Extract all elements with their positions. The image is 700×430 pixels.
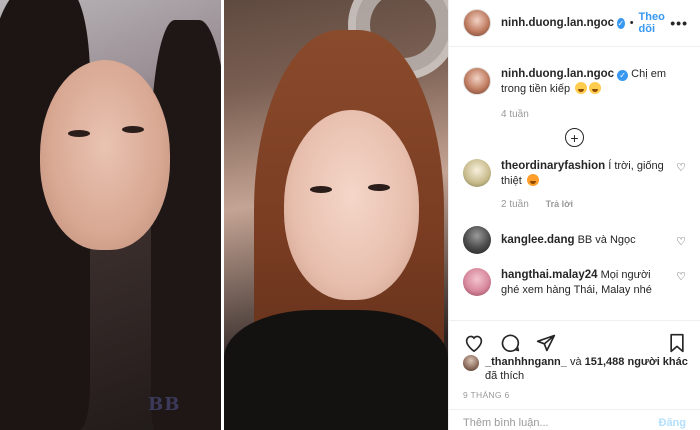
header-separator: • [629, 17, 634, 29]
caption-body: ninh.duong.lan.ngoc ✓ Chị em trong tiền k… [501, 67, 686, 122]
eye [122, 126, 144, 133]
avatar[interactable] [463, 9, 491, 37]
post-photo[interactable]: BB [0, 0, 448, 430]
likes-text: _thanhhngann_ và 151,488 người khác đã t… [485, 355, 688, 383]
face-right [284, 110, 419, 300]
likes-others[interactable]: người khác [627, 356, 687, 368]
heart-eyes-emoji-icon [526, 174, 539, 186]
comment-item: kanglee.dang BB và Ngọc ♡ [463, 226, 686, 254]
verified-badge-icon: ✓ [617, 70, 629, 81]
comment-meta: 2 tuần Trả lời [501, 197, 670, 212]
eye [68, 130, 90, 137]
face-left [40, 60, 170, 250]
instagram-post: BB ninh.duong.lan.ngoc ✓ • Theo dõi ••• [0, 0, 700, 430]
load-more-comments[interactable]: + [463, 128, 686, 147]
comment-item: hangthai.malay24 Mọi người ghé xem hàng … [463, 268, 686, 298]
comment-item: theordinaryfashion Í trời, giống thiệt 2… [463, 159, 686, 212]
more-options-icon[interactable]: ••• [670, 15, 688, 31]
comment-bubble-icon[interactable] [499, 332, 521, 354]
likes-summary: _thanhhngann_ và 151,488 người khác đã t… [463, 355, 688, 383]
comment-avatar[interactable] [463, 268, 491, 296]
caption: ninh.duong.lan.ngoc ✓ Chị em trong tiền k… [463, 67, 686, 122]
comments-list[interactable]: ninh.duong.lan.ngoc ✓ Chị em trong tiền k… [449, 48, 700, 320]
eye [310, 186, 332, 193]
post-date[interactable]: 9 THÁNG 6 [463, 390, 509, 400]
comment-username[interactable]: theordinaryfashion [501, 160, 605, 172]
liker-username[interactable]: _thanhhngann_ [485, 356, 567, 368]
likes-connector: và [569, 356, 582, 368]
share-paper-plane-icon[interactable] [535, 332, 557, 354]
reply-button[interactable]: Trả lời [546, 199, 573, 209]
plus-circle-icon[interactable]: + [565, 128, 584, 147]
hair-shape [151, 20, 221, 430]
comment-username[interactable]: hangthai.malay24 [501, 269, 598, 281]
like-comment-heart-icon[interactable]: ♡ [676, 161, 686, 174]
comment-body: kanglee.dang BB và Ngọc [501, 226, 686, 254]
post-header: ninh.duong.lan.ngoc ✓ • Theo dõi ••• [449, 0, 700, 47]
save-bookmark-icon[interactable] [666, 332, 688, 354]
like-heart-icon[interactable] [463, 332, 485, 354]
photo-left-portrait: BB [0, 0, 221, 430]
post-sidebar: ninh.duong.lan.ngoc ✓ • Theo dõi ••• nin… [448, 0, 700, 430]
tattoo-text: BB [148, 394, 181, 415]
liker-avatar[interactable] [463, 355, 479, 371]
caption-username[interactable]: ninh.duong.lan.ngoc [501, 68, 614, 80]
comment-body: theordinaryfashion Í trời, giống thiệt 2… [501, 159, 686, 212]
header-username[interactable]: ninh.duong.lan.ngoc [501, 17, 614, 29]
post-comment-button[interactable]: Đăng [659, 411, 687, 429]
eye [368, 184, 390, 191]
comment-body: hangthai.malay24 Mọi người ghé xem hàng … [501, 268, 686, 298]
comment-avatar[interactable] [463, 159, 491, 187]
add-comment-bar: Đăng [449, 409, 700, 430]
grin-emoji-icon [575, 82, 588, 94]
like-comment-heart-icon[interactable]: ♡ [676, 235, 686, 248]
comment-username[interactable]: kanglee.dang [501, 234, 575, 246]
comment-text: BB và Ngọc [577, 234, 636, 246]
likes-count[interactable]: 151,488 [585, 356, 625, 368]
grin-emoji-icon [589, 82, 602, 94]
caption-avatar[interactable] [463, 67, 491, 95]
photo-right-portrait [224, 0, 448, 430]
follow-button[interactable]: Theo dõi [639, 11, 671, 35]
comment-input[interactable] [463, 411, 659, 429]
caption-time[interactable]: 4 tuần [501, 107, 686, 122]
comment-time[interactable]: 2 tuần [501, 199, 529, 210]
verified-badge-icon: ✓ [617, 17, 625, 29]
like-comment-heart-icon[interactable]: ♡ [676, 270, 686, 283]
comment-avatar[interactable] [463, 226, 491, 254]
header-user: ninh.duong.lan.ngoc ✓ • Theo dõi [501, 11, 670, 35]
shirt [224, 310, 448, 430]
likes-suffix: đã thích [485, 370, 525, 382]
